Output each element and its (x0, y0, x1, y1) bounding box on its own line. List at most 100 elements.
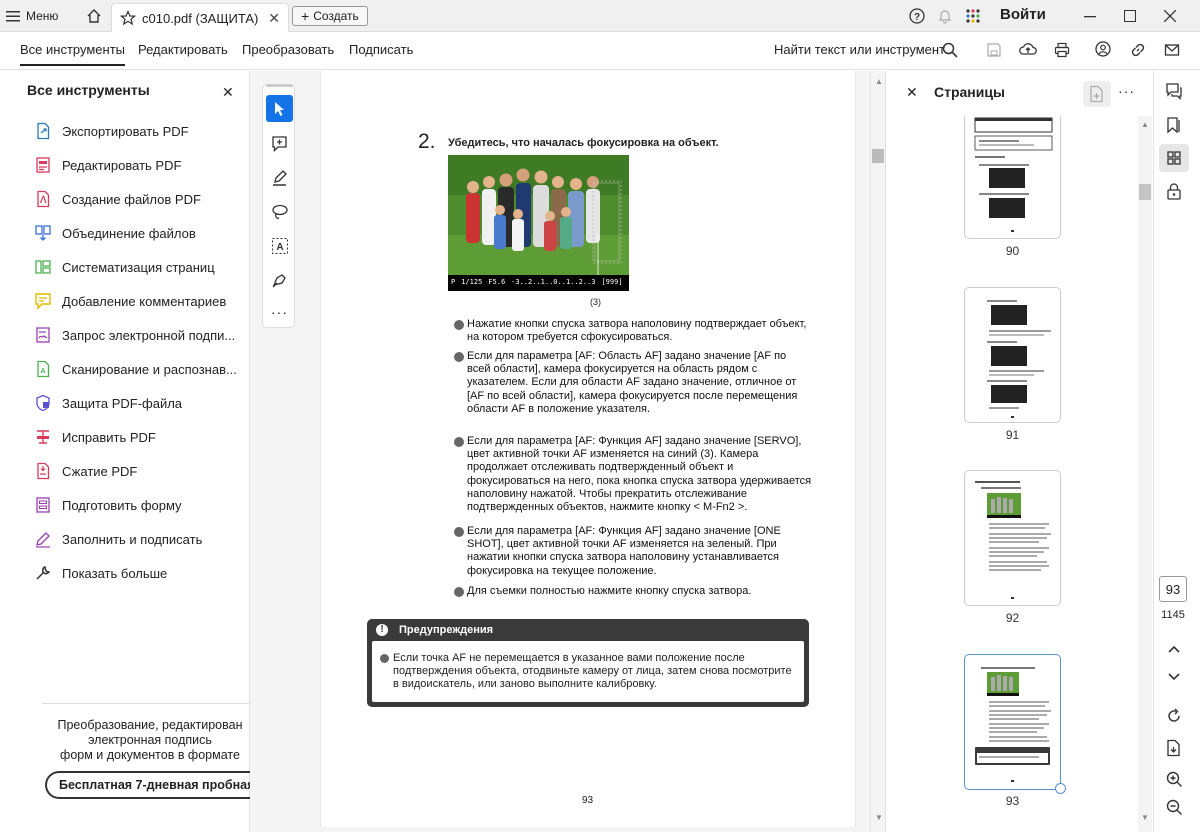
page-extract-icon[interactable] (1164, 738, 1184, 758)
page-thumbnail[interactable] (964, 287, 1061, 423)
tool-protect-pdf[interactable]: Защита PDF-файла (34, 392, 246, 414)
tool-fill-sign[interactable]: Заполнить и подписать (34, 528, 246, 550)
share-user-icon[interactable] (1095, 41, 1112, 58)
warning-text: Если точка AF не перемещается в указанно… (393, 652, 792, 691)
document-tab[interactable]: c010.pdf (ЗАЩИТА) ✕ (111, 3, 289, 32)
scrollbar-thumb[interactable] (1139, 184, 1151, 200)
tool-compress-pdf[interactable]: Сжатие PDF (34, 460, 246, 482)
tab-convert[interactable]: Преобразовать (242, 42, 334, 57)
page-thumbnail-selected[interactable] (964, 654, 1061, 790)
minimize-icon[interactable] (1070, 0, 1110, 32)
exposure-scale: -3..2..1..0..1..2..3 (511, 278, 596, 286)
email-icon[interactable] (1164, 42, 1180, 58)
select-tool-button[interactable] (266, 95, 293, 122)
more-tools-icon[interactable]: ··· (266, 298, 293, 325)
tool-scan-ocr[interactable]: A Сканирование и распознав... (34, 358, 246, 380)
create-button[interactable]: + Создать (292, 6, 368, 26)
maximize-icon[interactable] (1110, 0, 1150, 32)
tool-prepare-form[interactable]: Подготовить форму (34, 494, 246, 516)
menu-button[interactable]: Меню (6, 0, 58, 32)
tab-edit[interactable]: Редактировать (138, 42, 228, 57)
apps-grid-icon[interactable] (965, 8, 981, 24)
scroll-up-icon[interactable]: ▲ (1141, 120, 1149, 129)
scroll-up-icon[interactable]: ▲ (875, 77, 883, 86)
menu-label: Меню (26, 9, 59, 23)
menu-bar: Все инструменты Редактировать Преобразов… (0, 32, 1200, 70)
show-more-tools[interactable]: Показать больше (34, 562, 246, 584)
link-icon[interactable] (1130, 42, 1146, 58)
bullet-dot (454, 527, 464, 537)
tool-add-comments[interactable]: Добавление комментариев (34, 290, 246, 312)
bell-icon[interactable] (937, 8, 953, 24)
tool-edit-pdf[interactable]: Редактировать PDF (34, 154, 246, 176)
cloud-upload-icon[interactable] (1019, 41, 1037, 57)
tab-all-tools[interactable]: Все инструменты (20, 42, 125, 66)
tool-label: Объединение файлов (62, 225, 196, 241)
bullet-dot (454, 320, 464, 330)
page-thumbnail[interactable] (964, 116, 1061, 239)
promo-line: электронная подпись (88, 733, 212, 747)
chevron-up-icon[interactable] (1164, 639, 1184, 659)
close-tab-icon[interactable]: ✕ (268, 10, 280, 27)
page-thumbnail[interactable] (964, 470, 1061, 606)
zoom-out-icon[interactable] (1164, 797, 1184, 817)
save-icon[interactable] (986, 42, 1002, 58)
bookmarks-icon[interactable] (1164, 115, 1184, 135)
current-page-input[interactable]: 93 (1159, 576, 1187, 602)
help-icon[interactable]: ? (909, 8, 925, 24)
lock-icon[interactable] (1164, 181, 1184, 201)
tab-sign[interactable]: Подписать (349, 42, 413, 57)
redact-pdf-icon (34, 428, 52, 446)
add-comment-tool[interactable] (266, 130, 293, 157)
rotate-icon[interactable] (1164, 706, 1184, 726)
signin-button[interactable]: Войти (1000, 6, 1046, 23)
page-thumbnails-button[interactable] (1159, 144, 1189, 172)
page-label: 91 (1005, 428, 1020, 442)
scrollbar-thumb[interactable] (872, 149, 884, 163)
export-pdf-icon (34, 122, 52, 140)
scroll-down-icon[interactable]: ▼ (875, 813, 883, 822)
search-tools-label[interactable]: Найти текст или инструмент (774, 42, 945, 57)
draw-tool[interactable] (266, 198, 293, 225)
page-label: 93 (1005, 794, 1020, 808)
tool-label: Подготовить форму (62, 497, 182, 513)
star-icon[interactable] (120, 10, 136, 26)
pen-icon (271, 169, 289, 187)
bullet-text: Если для параметра [AF: Функция AF] зада… (467, 435, 812, 514)
scroll-down-icon[interactable]: ▼ (1141, 813, 1149, 822)
home-icon[interactable] (86, 8, 102, 24)
thumbnails-scrollbar[interactable]: ▲ ▼ (1138, 116, 1152, 832)
chevron-down-icon[interactable] (1164, 667, 1184, 687)
close-panel-icon[interactable]: ✕ (222, 84, 234, 101)
insert-page-button[interactable] (1083, 81, 1111, 107)
close-window-icon[interactable] (1150, 0, 1190, 32)
free-trial-button[interactable]: Бесплатная 7-дневная пробная (45, 771, 250, 799)
tool-redact-pdf[interactable]: Исправить PDF (34, 426, 246, 448)
shooting-mode: P (451, 278, 456, 286)
more-options-icon[interactable]: ··· (1118, 83, 1135, 99)
print-icon[interactable] (1054, 42, 1070, 58)
svg-text:A: A (276, 242, 283, 253)
search-icon[interactable] (942, 42, 958, 58)
tool-create-pdf[interactable]: Создание файлов PDF (34, 188, 246, 210)
comments-panel-icon[interactable] (1164, 81, 1184, 101)
sign-tool[interactable] (266, 266, 293, 293)
bullet-text: Для съемки полностью нажмите кнопку спус… (467, 585, 752, 597)
tool-request-signature[interactable]: Запрос электронной подпи... (34, 324, 246, 346)
resize-handle[interactable] (1055, 783, 1066, 794)
highlight-tool[interactable] (266, 164, 293, 191)
close-pages-icon[interactable]: ✕ (906, 84, 918, 101)
tool-export-pdf[interactable]: Экспортировать PDF (34, 120, 246, 142)
document-scrollbar[interactable]: ▲ ▼ (870, 71, 885, 832)
tool-label: Редактировать PDF (62, 157, 182, 173)
callout-label: (3) (590, 297, 601, 307)
comment-plus-icon (271, 135, 289, 153)
zoom-in-icon[interactable] (1164, 769, 1184, 789)
tool-combine-files[interactable]: Объединение файлов (34, 222, 246, 244)
text-select-tool[interactable]: A (266, 232, 293, 259)
tool-label: Показать больше (62, 565, 168, 581)
tool-organize-pages[interactable]: Систематизация страниц (34, 256, 246, 278)
bullet-dot (380, 654, 389, 663)
tab-title: c010.pdf (ЗАЩИТА) (142, 10, 259, 26)
compress-pdf-icon (34, 462, 52, 480)
